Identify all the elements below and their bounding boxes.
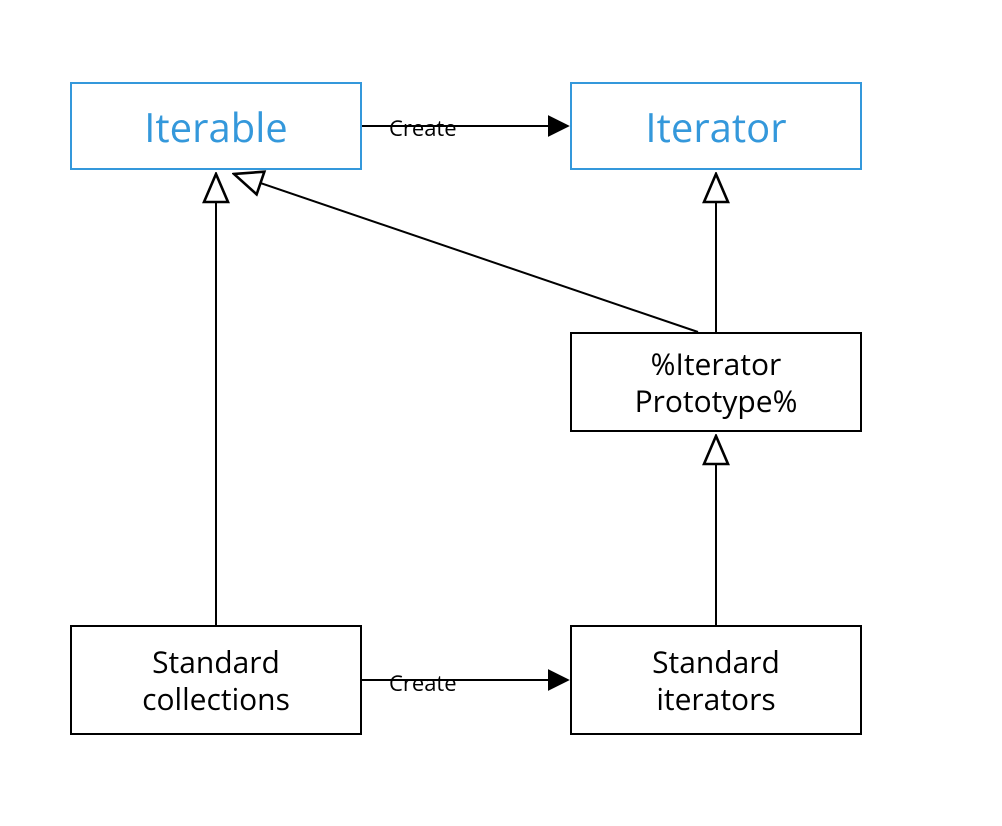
- node-iterator: Iterator: [570, 82, 862, 170]
- node-iterable-label: Iterable: [144, 99, 288, 154]
- node-standard-collections-label: Standard collections: [142, 643, 290, 718]
- node-iterable: Iterable: [70, 82, 362, 170]
- edge-label-iterable-to-iterator: Create: [385, 113, 461, 143]
- edge-prototype-to-iterable: [234, 174, 698, 332]
- node-standard-iterators-label: Standard iterators: [652, 643, 780, 718]
- node-iterator-prototype: %Iterator Prototype%: [570, 332, 862, 432]
- node-iterator-prototype-label: %Iterator Prototype%: [635, 345, 798, 420]
- node-iterator-label: Iterator: [645, 99, 786, 154]
- diagram-container: Iterable Iterator %Iterator Prototype% S…: [0, 0, 1002, 826]
- edge-label-collections-to-iterators: Create: [385, 668, 461, 698]
- node-standard-collections: Standard collections: [70, 625, 362, 735]
- node-standard-iterators: Standard iterators: [570, 625, 862, 735]
